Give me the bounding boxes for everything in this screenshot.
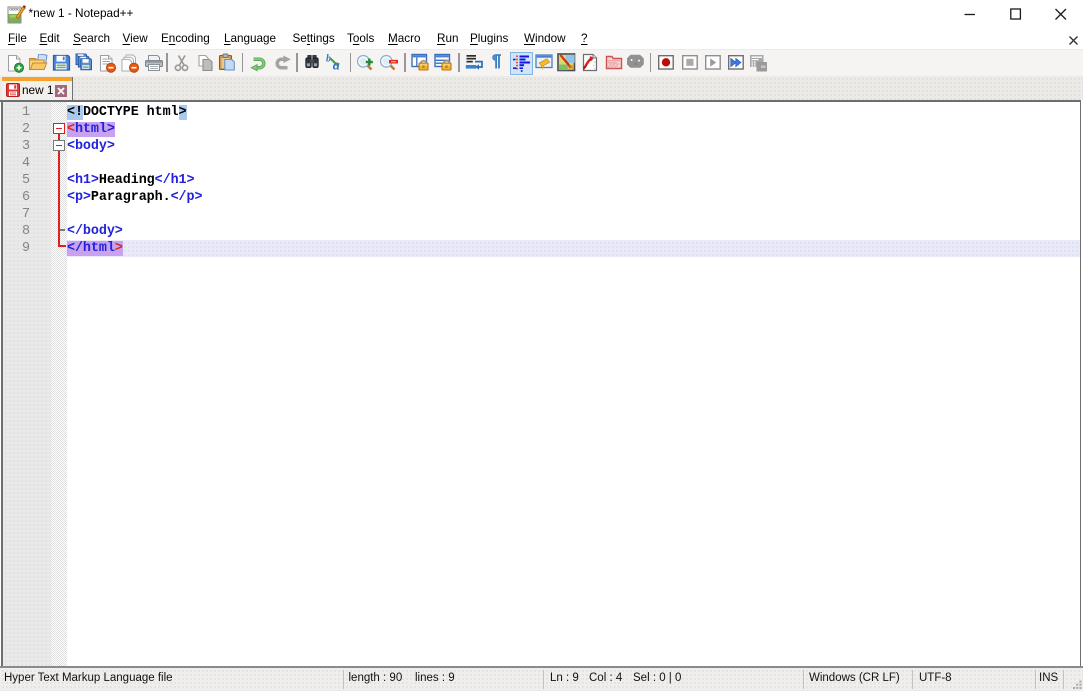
svg-text:a: a [333,58,340,72]
